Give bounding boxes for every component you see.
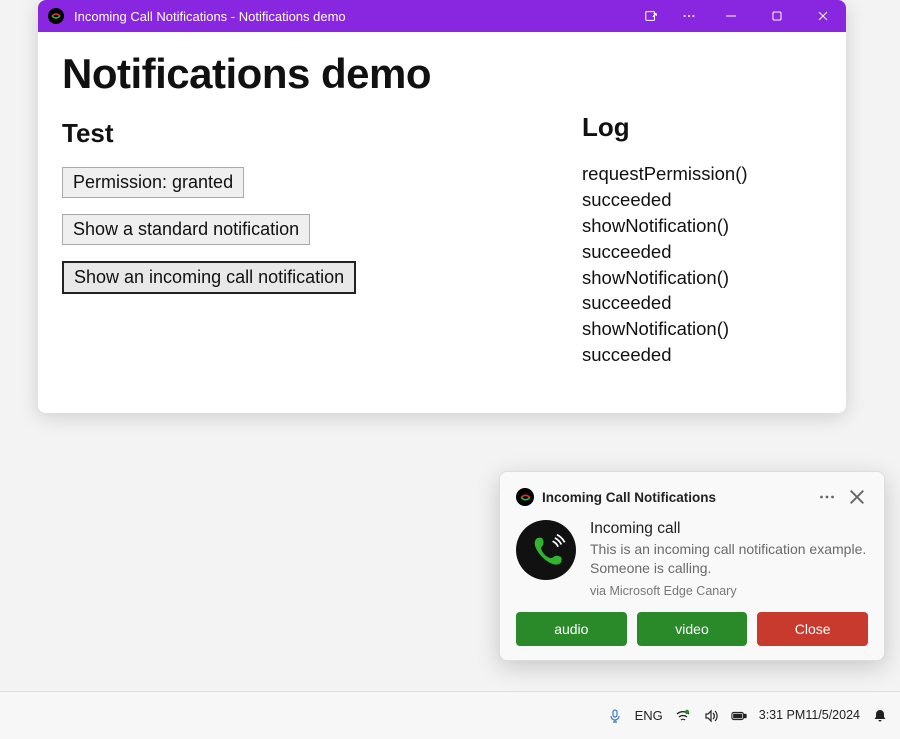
titlebar: Incoming Call Notifications - Notificati… (38, 0, 846, 32)
toast-app-name: Incoming Call Notifications (542, 490, 808, 505)
log-line: showNotification() succeeded (582, 265, 822, 317)
content-area: Notifications demo Test Permission: gran… (38, 32, 846, 386)
phone-icon (516, 520, 576, 580)
show-incoming-call-button[interactable]: Show an incoming call notification (62, 261, 356, 294)
minimize-button[interactable] (708, 0, 754, 32)
microphone-icon[interactable] (607, 692, 623, 739)
time-text: 3:31 PM (759, 708, 806, 724)
notification-toast: Incoming Call Notifications Incoming cal… (499, 471, 885, 661)
battery-icon[interactable] (731, 692, 747, 739)
log-line: requestPermission() succeeded (582, 161, 822, 213)
taskbar: ENG 3:31 PM 11/5/2024 (0, 691, 900, 739)
date-text: 11/5/2024 (805, 708, 860, 724)
volume-icon[interactable] (703, 692, 719, 739)
toast-title: Incoming call (590, 520, 868, 538)
permission-button[interactable]: Permission: granted (62, 167, 244, 198)
more-icon[interactable] (670, 0, 708, 32)
window-title: Incoming Call Notifications - Notificati… (74, 9, 346, 24)
toast-app-icon (516, 488, 534, 506)
tab-actions-icon[interactable] (632, 0, 670, 32)
toast-close-icon[interactable] (846, 486, 868, 508)
close-button[interactable] (800, 0, 846, 32)
toast-audio-button[interactable]: audio (516, 612, 627, 646)
app-icon (48, 8, 64, 24)
log-line: showNotification() succeeded (582, 213, 822, 265)
app-window: Incoming Call Notifications - Notificati… (38, 0, 846, 413)
toast-body-text: This is an incoming call notification ex… (590, 540, 868, 578)
page-heading: Notifications demo (62, 50, 562, 98)
toast-more-icon[interactable] (816, 486, 838, 508)
log-line: showNotification() succeeded (582, 316, 822, 368)
language-indicator[interactable]: ENG (635, 692, 663, 739)
toast-close-button[interactable]: Close (757, 612, 868, 646)
clock[interactable]: 3:31 PM 11/5/2024 (759, 692, 860, 739)
log-heading: Log (582, 112, 822, 143)
toast-video-button[interactable]: video (637, 612, 748, 646)
test-heading: Test (62, 118, 562, 149)
toast-via-text: via Microsoft Edge Canary (590, 584, 868, 598)
wifi-icon[interactable] (675, 692, 691, 739)
show-standard-button[interactable]: Show a standard notification (62, 214, 310, 245)
maximize-button[interactable] (754, 0, 800, 32)
notifications-icon[interactable] (872, 692, 888, 739)
